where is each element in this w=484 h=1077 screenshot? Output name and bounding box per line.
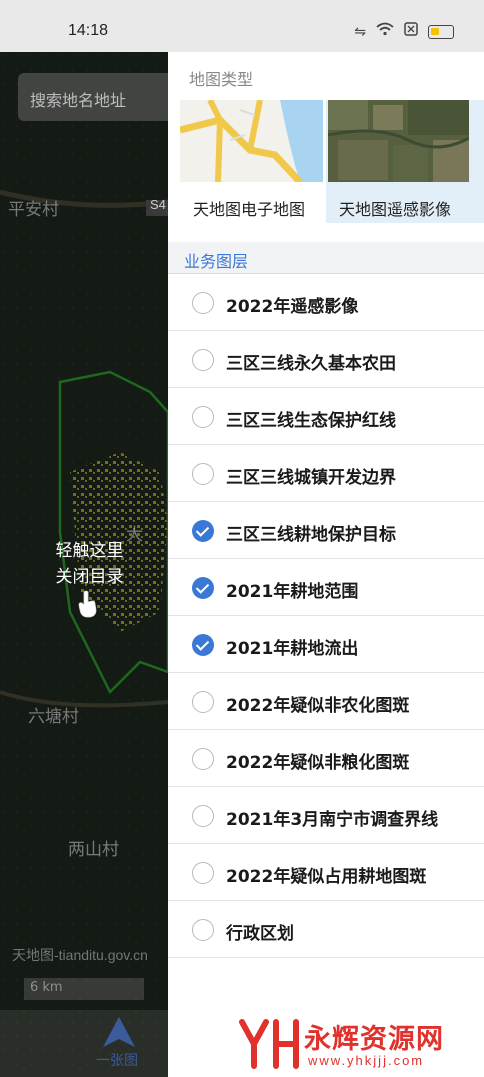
layer-row[interactable]: 2022年疑似占用耕地图斑 <box>168 844 484 901</box>
layer-label: 2022年疑似非农化图斑 <box>226 696 410 716</box>
place-label: 两山村 <box>68 840 119 859</box>
layer-row[interactable]: 三区三线城镇开发边界 <box>168 445 484 502</box>
layer-label: 2021年耕地范围 <box>226 582 359 602</box>
hint-line2: 关闭目录 <box>55 567 124 586</box>
checked-radio-icon[interactable] <box>192 520 214 542</box>
layer-row[interactable]: 2022年疑似非粮化图斑 <box>168 730 484 787</box>
watermark-url: www.yhkjjj.com <box>308 1053 425 1068</box>
site-watermark: 永辉资源网 www.yhkjjj.com <box>238 1015 478 1071</box>
unchecked-radio-icon[interactable] <box>192 919 214 941</box>
unchecked-radio-icon[interactable] <box>192 406 214 428</box>
layer-row[interactable]: 2022年疑似非农化图斑 <box>168 673 484 730</box>
layer-label: 三区三线永久基本农田 <box>226 354 396 374</box>
status-icons: ⇋ <box>354 22 454 41</box>
layer-label: 三区三线耕地保护目标 <box>226 525 396 545</box>
place-label: 六塘村 <box>28 707 79 726</box>
basemap-label: 天地图电子地图 <box>193 200 306 219</box>
satellite-map-thumbnail <box>328 100 469 182</box>
vector-map-thumbnail <box>180 100 323 182</box>
watermark-logo-icon <box>239 1019 299 1069</box>
checked-radio-icon[interactable] <box>192 577 214 599</box>
unchecked-radio-icon[interactable] <box>192 805 214 827</box>
layer-label: 2021年耕地流出 <box>226 639 359 659</box>
hint-line1: 轻触这里 <box>55 541 124 560</box>
layer-row[interactable]: 2021年耕地范围 <box>168 559 484 616</box>
search-placeholder: 搜索地名地址 <box>30 93 127 110</box>
unchecked-radio-icon[interactable] <box>192 862 214 884</box>
close-drawer-hint[interactable]: 轻触这里 关闭目录 <box>42 538 137 590</box>
battery-icon <box>428 24 454 39</box>
layer-label: 三区三线城镇开发边界 <box>226 468 396 488</box>
scale-bar: 6 km <box>24 978 144 1000</box>
layers-section-title: 业务图层 <box>184 252 249 271</box>
unchecked-radio-icon[interactable] <box>192 691 214 713</box>
layer-drawer: 地图类型 天地图电子地图 天地图遥感影像 业务图层 2022年遥感影像 三区三线… <box>168 52 484 1077</box>
basemap-option-vector[interactable]: 天地图电子地图 <box>180 100 326 223</box>
basemap-section-title: 地图类型 <box>189 70 254 89</box>
bottom-nav <box>0 1010 168 1077</box>
app-screen: 14:18 ⇋ 搜索地名地址 平安村 六塘村 两山村 大 S4 轻触这里 关闭目… <box>0 0 484 1077</box>
sim-icon <box>404 22 418 41</box>
layer-row[interactable]: 三区三线耕地保护目标 <box>168 502 484 559</box>
layer-row[interactable]: 2021年3月南宁市调查界线 <box>168 787 484 844</box>
checked-radio-icon[interactable] <box>192 634 214 656</box>
unchecked-radio-icon[interactable] <box>192 292 214 314</box>
layer-label: 行政区划 <box>226 924 294 944</box>
status-time: 14:18 <box>68 22 109 39</box>
unchecked-radio-icon[interactable] <box>192 463 214 485</box>
layer-row[interactable]: 三区三线永久基本农田 <box>168 331 484 388</box>
layer-row[interactable]: 2022年遥感影像 <box>168 274 484 331</box>
layer-label: 2022年疑似占用耕地图斑 <box>226 867 427 887</box>
unchecked-radio-icon[interactable] <box>192 349 214 371</box>
scale-label: 6 km <box>30 980 63 995</box>
layer-label: 2022年遥感影像 <box>226 297 359 317</box>
basemap-option-satellite[interactable]: 天地图遥感影像 <box>326 100 484 223</box>
unchecked-radio-icon[interactable] <box>192 748 214 770</box>
hand-pointer-icon <box>78 590 97 618</box>
nav-tab-label[interactable]: 一张图 <box>96 1050 138 1070</box>
layer-row[interactable]: 2021年耕地流出 <box>168 616 484 673</box>
status-bar: 14:18 ⇋ <box>0 0 484 52</box>
vibrate-icon: ⇋ <box>354 23 366 40</box>
wifi-icon <box>376 22 394 41</box>
place-label: 平安村 <box>8 200 59 219</box>
layer-list: 2022年遥感影像三区三线永久基本农田 三区三线生态保护红线 三区三线城镇开发边界三… <box>168 274 484 958</box>
layer-label: 2021年3月南宁市调查界线 <box>226 810 439 830</box>
navigation-arrow-icon[interactable] <box>103 1017 135 1047</box>
map-attribution: 天地图-tianditu.gov.cn <box>12 947 148 963</box>
road-sign: S4 <box>150 197 166 212</box>
layer-row[interactable]: 行政区划 <box>168 901 484 958</box>
layers-section-header: 业务图层 <box>168 242 484 274</box>
layer-label: 2022年疑似非粮化图斑 <box>226 753 410 773</box>
layer-label: 三区三线生态保护红线 <box>226 411 396 431</box>
basemap-label: 天地图遥感影像 <box>339 200 452 219</box>
watermark-name: 永辉资源网 <box>304 1024 444 1055</box>
layer-row[interactable]: 三区三线生态保护红线 <box>168 388 484 445</box>
search-box[interactable]: 搜索地名地址 <box>18 73 178 121</box>
